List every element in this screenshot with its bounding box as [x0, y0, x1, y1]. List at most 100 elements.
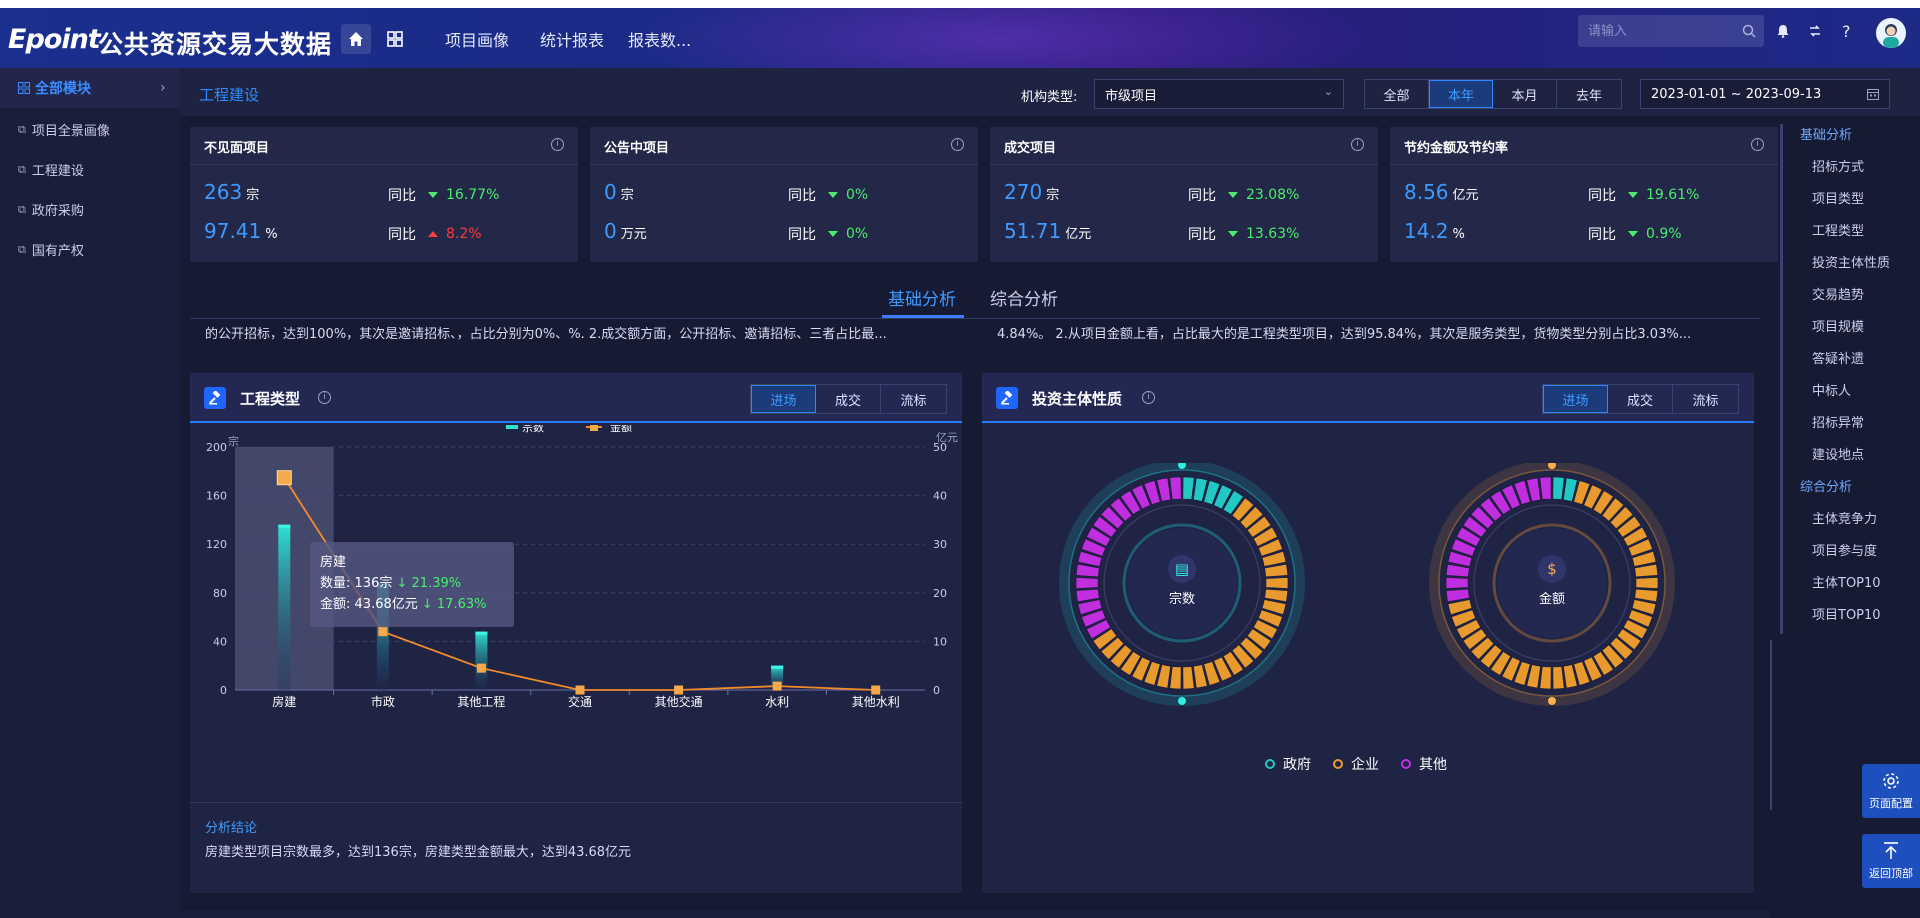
x-tick-label: 其他工程: [457, 694, 505, 709]
metric-amount: 8.56: [1404, 180, 1449, 204]
anchor-item[interactable]: 中标人: [1812, 380, 1851, 399]
anchor-item[interactable]: 建设地点: [1812, 444, 1864, 463]
page-config-button[interactable]: 页面配置: [1862, 764, 1920, 818]
donut-marker-bottom: [1178, 697, 1186, 705]
tab-composite-analysis[interactable]: 综合分析: [990, 285, 1058, 310]
back-to-top-button[interactable]: 返回顶部: [1862, 834, 1920, 888]
anchor-heading[interactable]: 综合分析: [1800, 476, 1852, 495]
breadcrumb: 工程建设: [199, 86, 260, 104]
metric-count: 270: [1004, 180, 1043, 204]
down-arrow-icon: [828, 231, 838, 237]
money-bag-icon: $: [1547, 560, 1557, 578]
toggle-failed[interactable]: 流标: [881, 385, 946, 413]
tab-basic-analysis[interactable]: 基础分析: [888, 285, 956, 310]
card-announcing-projects: 公告中项目 i 0宗 同比 0% 0 万元 同比 0%: [590, 127, 978, 262]
sidebar-item-state-assets[interactable]: ⧉ 国有产权: [18, 240, 84, 260]
card-divider: [590, 164, 978, 165]
info-icon[interactable]: i: [551, 138, 564, 151]
anchor-item[interactable]: 项目类型: [1812, 188, 1864, 207]
yoy-label: 同比: [1588, 227, 1616, 243]
anchor-item[interactable]: 项目TOP10: [1812, 604, 1881, 623]
link-icon: ⧉: [18, 162, 26, 176]
card-title: 成交项目: [1004, 141, 1057, 156]
period-last-year[interactable]: 去年: [1557, 80, 1621, 108]
project-type-chart[interactable]: 0408012016020001020304050宗 亿元宗数 金额房建 市政 其他工程…: [190, 425, 962, 785]
toggle-deal[interactable]: 成交: [816, 385, 881, 413]
period-toggle: 全部 本年 本月 去年: [1364, 79, 1622, 109]
legend-swatch-count: [506, 425, 518, 429]
anchor-item[interactable]: 答疑补遗: [1812, 348, 1864, 367]
avatar[interactable]: [1876, 18, 1906, 48]
user-avatar-icon: [1883, 24, 1899, 48]
metric-unit: 亿元: [1452, 188, 1479, 203]
yoy-value: 13.63%: [1246, 226, 1300, 242]
help-icon[interactable]: ?: [1842, 22, 1851, 41]
anchor-item[interactable]: 招标方式: [1812, 156, 1864, 175]
info-icon[interactable]: i: [1351, 138, 1364, 151]
info-icon[interactable]: i: [951, 138, 964, 151]
search-input[interactable]: [1578, 15, 1764, 47]
anchor-heading[interactable]: 基础分析: [1800, 124, 1852, 143]
org-type-select[interactable]: 市级项目 ⌄: [1094, 79, 1344, 109]
nav-project-portrait[interactable]: 项目画像: [445, 27, 509, 51]
metric-unit: %: [265, 227, 278, 242]
analysis-text: 房建类型项目宗数最多，达到136宗，房建类型金额最大，达到43.68亿元: [205, 845, 632, 860]
panel-title: 工程类型: [240, 390, 301, 408]
y-right-label: 亿元: [936, 431, 958, 444]
investor-donut-charts[interactable]: ▤ 宗数 $ 金额: [982, 463, 1754, 763]
search-icon[interactable]: [1742, 24, 1756, 38]
sidebar-item-construction[interactable]: ⧉ 工程建设: [18, 160, 84, 180]
anchor-item[interactable]: 工程类型: [1812, 220, 1864, 239]
chevron-down-icon: ⌄: [1323, 85, 1333, 98]
panel-title: 投资主体性质: [1032, 390, 1123, 408]
toggle-enter[interactable]: 进场: [1543, 385, 1608, 413]
info-icon[interactable]: i: [1751, 138, 1764, 151]
anchor-item[interactable]: 主体TOP10: [1812, 572, 1881, 591]
x-tick-label: 其他交通: [655, 694, 703, 709]
metric-amount: 51.71: [1004, 219, 1062, 243]
date-range-value: 2023-01-01 ~ 2023-09-13: [1651, 86, 1822, 102]
metric-unit: 宗: [1046, 188, 1060, 203]
yoy-value: 16.77%: [446, 187, 500, 203]
summary-left: 的公开招标，达到100%，其次是邀请招标、，占比分别为0%、%. 2.成交额方面…: [205, 327, 887, 342]
anchor-item[interactable]: 投资主体性质: [1812, 252, 1890, 271]
anchor-item[interactable]: 主体竞争力: [1812, 508, 1877, 527]
period-this-month[interactable]: 本月: [1493, 80, 1557, 108]
yoy-label: 同比: [1188, 188, 1216, 204]
date-range-picker[interactable]: 2023-01-01 ~ 2023-09-13: [1640, 79, 1890, 109]
y-left-tick: 120: [206, 538, 227, 551]
card-deal-projects: 成交项目 i 270 宗 同比 23.08% 51.71 亿元 同比 13.63%: [990, 127, 1378, 262]
summary-right: 4.84%。 2.从项目金额上看，占比最大的是工程类型项目，达到95.84%，其…: [997, 327, 1692, 342]
toggle-failed[interactable]: 流标: [1673, 385, 1738, 413]
anchor-item[interactable]: 项目规模: [1812, 316, 1864, 335]
nav-report-data[interactable]: 报表数...: [628, 27, 691, 51]
sidebar-all-modules[interactable]: 全部模块 ›: [0, 68, 180, 108]
nav-stat-report[interactable]: 统计报表: [540, 27, 604, 51]
legend-label-count: 宗数: [522, 425, 544, 434]
apps-button[interactable]: [380, 24, 410, 54]
yoy-label: 同比: [1188, 227, 1216, 243]
sidebar-item-procurement[interactable]: ⧉ 政府采购: [18, 200, 84, 220]
yoy-label: 同比: [388, 188, 416, 204]
anchor-item[interactable]: 交易趋势: [1812, 284, 1864, 303]
toggle-deal[interactable]: 成交: [1608, 385, 1673, 413]
anchor-item[interactable]: 项目参与度: [1812, 540, 1877, 559]
donut-segment: [1075, 577, 1099, 589]
toggle-enter[interactable]: 进场: [751, 385, 816, 413]
tooltip-count-yoy: ↓ 21.39%: [396, 576, 462, 591]
info-icon[interactable]: i: [1142, 391, 1155, 404]
yoy-value: 0%: [846, 187, 869, 203]
tooltip-amount-yoy: ↓ 17.63%: [421, 597, 487, 612]
gavel-icon: [204, 387, 226, 409]
home-button[interactable]: [341, 24, 371, 54]
legend-swatch-amount: [590, 425, 598, 431]
period-this-year[interactable]: 本年: [1429, 80, 1493, 108]
bell-icon[interactable]: [1776, 24, 1790, 38]
period-all[interactable]: 全部: [1365, 80, 1429, 108]
panel-project-type: 工程类型 i 进场 成交 流标 0 40 80 120 160 200 0 10 20 30 40 5…: [190, 373, 962, 893]
switch-icon[interactable]: [1808, 24, 1822, 38]
info-icon[interactable]: i: [318, 391, 331, 404]
anchor-item[interactable]: 招标异常: [1812, 412, 1864, 431]
y-left-tick: 200: [206, 441, 227, 454]
sidebar-item-panorama[interactable]: ⧉ 项目全景画像: [18, 120, 110, 140]
